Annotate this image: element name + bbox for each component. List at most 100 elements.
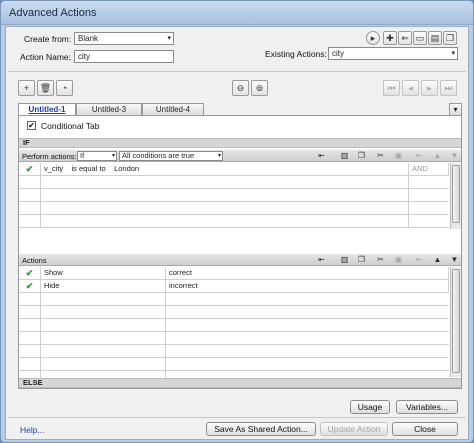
- conditional-tab-label: Conditional Tab: [41, 121, 100, 131]
- table-row[interactable]: [19, 202, 449, 215]
- chevron-down-icon: ▾: [111, 153, 115, 159]
- row-enabled-check-icon[interactable]: ✔: [19, 267, 41, 280]
- existing-actions-dropdown[interactable]: city ▾: [328, 47, 458, 60]
- table-row[interactable]: [19, 358, 449, 371]
- existing-actions-label: Existing Actions:: [265, 49, 327, 59]
- empty-cell: [19, 202, 41, 215]
- move-down-icon[interactable]: ▼: [449, 255, 460, 265]
- tab-untitled-3[interactable]: Untitled-3: [76, 103, 142, 115]
- add-tab-icon[interactable]: +: [18, 80, 35, 96]
- update-action-button[interactable]: Update Action: [320, 422, 388, 436]
- close-button[interactable]: Close: [392, 422, 458, 436]
- move-up-icon[interactable]: ▲: [432, 255, 443, 265]
- indent-row-icon[interactable]: ⇤: [414, 255, 425, 265]
- table-row[interactable]: ✔ Hide incorrect: [19, 280, 449, 293]
- table-row[interactable]: [19, 319, 449, 332]
- empty-cell: [19, 345, 41, 358]
- table-row[interactable]: ✔ Show correct: [19, 267, 449, 280]
- insert-row-icon[interactable]: ⇤: [316, 151, 327, 161]
- preview-play-icon[interactable]: ▸: [366, 31, 380, 45]
- action-cell[interactable]: Show: [41, 267, 166, 280]
- copy-row-icon[interactable]: ❐: [356, 255, 367, 265]
- paste-decision-icon[interactable]: ⊜: [251, 80, 268, 96]
- move-up-icon[interactable]: ▲: [432, 151, 443, 161]
- chevron-down-icon: ▾: [451, 50, 455, 57]
- action-target-cell[interactable]: correct: [166, 267, 449, 280]
- empty-cell: [41, 345, 166, 358]
- move-down-icon[interactable]: ▼: [449, 151, 460, 161]
- open-folder-icon[interactable]: ▭: [413, 31, 427, 45]
- last-tab-icon[interactable]: ⏭: [440, 80, 457, 96]
- table-row[interactable]: [19, 332, 449, 345]
- condition-operator: is equal to: [71, 164, 106, 173]
- tab-untitled-4[interactable]: Untitled-4: [142, 103, 204, 115]
- else-section-header[interactable]: ELSE: [19, 378, 461, 388]
- empty-cell: [41, 319, 166, 332]
- table-row[interactable]: [19, 189, 449, 202]
- paste-row-icon[interactable]: ▣: [393, 255, 404, 265]
- scrollbar-thumb[interactable]: [452, 269, 460, 373]
- table-row[interactable]: [19, 176, 449, 189]
- if-label: IF: [23, 138, 30, 147]
- cut-row-icon[interactable]: ✂: [375, 151, 386, 161]
- empty-cell: [41, 332, 166, 345]
- insert-row-icon[interactable]: ⇤: [316, 255, 327, 265]
- duplicate-action-icon[interactable]: ❐: [443, 31, 457, 45]
- paste-row-icon[interactable]: ▣: [393, 151, 404, 161]
- copy-row-icon[interactable]: ❐: [356, 151, 367, 161]
- row-enabled-check-icon[interactable]: ✔: [19, 280, 41, 293]
- first-tab-icon[interactable]: ⏮: [383, 80, 400, 96]
- perform-actions-dropdown[interactable]: If ▾: [77, 151, 117, 161]
- cut-row-icon[interactable]: ✂: [375, 255, 386, 265]
- condition-logic[interactable]: AND: [409, 163, 449, 176]
- empty-cell: [19, 332, 41, 345]
- title-bar: Advanced Actions: [1, 1, 473, 25]
- action-target-cell[interactable]: incorrect: [166, 280, 449, 293]
- add-action-icon[interactable]: ✚: [383, 31, 397, 45]
- usage-button[interactable]: Usage: [350, 400, 390, 414]
- row-enabled-check-icon[interactable]: ✔: [19, 163, 41, 176]
- table-row[interactable]: [19, 345, 449, 358]
- previous-tab-icon[interactable]: ◂: [402, 80, 419, 96]
- variables-button[interactable]: Variables...: [396, 400, 458, 414]
- next-tab-icon[interactable]: ▸: [421, 80, 438, 96]
- conditions-grid: ✔ v_city is equal to London AND: [19, 163, 449, 229]
- table-row[interactable]: [19, 215, 449, 228]
- help-link[interactable]: Help...: [20, 425, 45, 435]
- action-cell[interactable]: Hide: [41, 280, 166, 293]
- empty-cell: [41, 358, 166, 371]
- empty-cell: [41, 306, 166, 319]
- empty-cell: [41, 293, 166, 306]
- scrollbar-thumb[interactable]: [452, 165, 460, 223]
- condition-cell[interactable]: v_city is equal to London: [41, 163, 409, 176]
- import-icon[interactable]: ⇐: [398, 31, 412, 45]
- table-row[interactable]: [19, 293, 449, 306]
- actions-scrollbar[interactable]: [450, 267, 461, 377]
- dialog-content: Create from: Blank ▾ Action Name: city ▸…: [5, 26, 469, 440]
- delete-row-icon[interactable]: ▥: [339, 255, 350, 265]
- duplicate-tab-icon[interactable]: ◔: [56, 80, 73, 96]
- empty-cell: [19, 189, 41, 202]
- existing-actions-value: city: [332, 49, 344, 58]
- chevron-down-icon: ▾: [453, 105, 458, 114]
- tab-untitled-1[interactable]: Untitled-1: [18, 103, 76, 115]
- table-row[interactable]: ✔ v_city is equal to London AND: [19, 163, 449, 176]
- create-from-dropdown[interactable]: Blank ▾: [74, 32, 174, 45]
- conditions-dropdown[interactable]: All conditions are true ▾: [119, 151, 223, 161]
- chevron-down-icon: ▾: [217, 153, 221, 159]
- copy-decision-icon[interactable]: ⊖: [232, 80, 249, 96]
- table-row[interactable]: [19, 306, 449, 319]
- save-as-shared-action-button[interactable]: Save As Shared Action...: [206, 422, 316, 436]
- action-name-field[interactable]: city: [74, 50, 174, 63]
- tab-list-dropdown[interactable]: ▾: [449, 103, 462, 115]
- advanced-actions-window: Advanced Actions Create from: Blank ▾ Ac…: [0, 0, 474, 443]
- conditional-tab-checkbox[interactable]: ✔: [27, 121, 36, 130]
- actions-grid: ✔ Show correct ✔ Hide incorrect: [19, 267, 449, 385]
- conditions-scrollbar[interactable]: [450, 163, 461, 229]
- delete-row-icon[interactable]: ▥: [339, 151, 350, 161]
- divider: [8, 417, 466, 418]
- trash-tab-icon[interactable]: 🗑: [37, 80, 54, 96]
- delete-action-icon[interactable]: ▤: [428, 31, 442, 45]
- perform-actions-value: If: [80, 151, 85, 160]
- indent-row-icon[interactable]: ⇤: [414, 151, 425, 161]
